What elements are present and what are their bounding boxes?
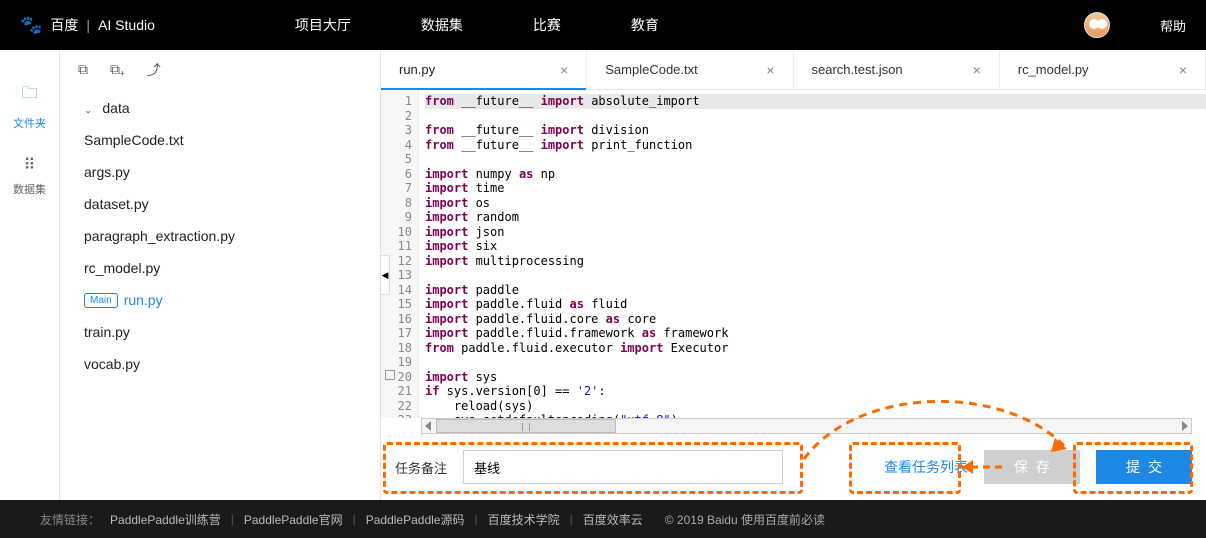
file-rc-model[interactable]: rc_model.py [76, 252, 380, 284]
task-note-label: 任务备注 [395, 458, 447, 477]
main-badge: Main [84, 293, 118, 308]
folder-data[interactable]: data [76, 92, 380, 124]
footer-link-4[interactable]: 百度效率云 [583, 511, 643, 528]
baidu-paw-icon: 🐾 [20, 15, 42, 36]
editor-column: ◀ run.py × SampleCode.txt × search.test.… [380, 50, 1206, 500]
logo: 🐾 百度 | AI Studio [20, 15, 155, 36]
help-link[interactable]: 帮助 [1160, 16, 1186, 35]
code-editor[interactable]: 123456789101112131415161718192021222324 … [381, 90, 1206, 418]
tab-samplecode[interactable]: SampleCode.txt × [587, 50, 793, 89]
nav-datasets[interactable]: 数据集 [421, 15, 463, 35]
logo-brand: 百度 [50, 15, 78, 35]
code-body[interactable]: from __future__ import absolute_import f… [419, 90, 1206, 418]
close-icon[interactable]: × [766, 62, 774, 78]
upload-icon[interactable]: ⤴ [147, 60, 161, 80]
footer-link-1[interactable]: PaddlePaddle官网 [244, 511, 343, 528]
file-list: data SampleCode.txt args.py dataset.py p… [60, 90, 380, 380]
file-explorer: ⧉ ⧉₊ ⤴ data SampleCode.txt args.py datas… [60, 50, 380, 500]
tab-run-label: run.py [399, 62, 435, 77]
file-run-label: run.py [124, 292, 163, 308]
view-task-list-link[interactable]: 查看任务列表 [884, 457, 968, 477]
tab-rc-model-label: rc_model.py [1018, 62, 1089, 77]
dataset-icon: ⠿ [24, 155, 36, 175]
top-header: 🐾 百度 | AI Studio 项目大厅 数据集 比赛 教育 帮助 [0, 0, 1206, 50]
file-args[interactable]: args.py [76, 156, 380, 188]
new-file-icon[interactable]: ⧉ [78, 61, 88, 78]
footer: 友情链接： PaddlePaddle训练营| PaddlePaddle官网| P… [0, 500, 1206, 538]
footer-label: 友情链接： [40, 511, 100, 528]
file-run[interactable]: Main run.py [76, 284, 380, 316]
footer-link-2[interactable]: PaddlePaddle源码 [366, 511, 465, 528]
footer-link-3[interactable]: 百度技术学院 [488, 511, 560, 528]
collapse-handle[interactable]: ◀ [380, 255, 390, 295]
task-note-input[interactable] [463, 450, 783, 484]
logo-divider: | [86, 17, 90, 33]
file-vocab[interactable]: vocab.py [76, 348, 380, 380]
close-icon[interactable]: × [973, 62, 981, 78]
save-button[interactable]: 保存 [984, 450, 1080, 484]
nav-competition[interactable]: 比赛 [533, 15, 561, 35]
avatar[interactable] [1084, 12, 1110, 38]
file-samplecode[interactable]: SampleCode.txt [76, 124, 380, 156]
left-tab-datasets[interactable]: ⠿ 数据集 [0, 143, 59, 209]
left-tab-files[interactable]: 🗀 文件夹 [0, 70, 59, 143]
tab-search-test[interactable]: search.test.json × [794, 50, 1000, 89]
task-bar: 任务备注 查看任务列表 保存 提交 [381, 434, 1206, 500]
left-tab-datasets-label: 数据集 [13, 181, 46, 197]
nav-projects[interactable]: 项目大厅 [295, 15, 351, 35]
tab-rc-model[interactable]: rc_model.py × [1000, 50, 1206, 89]
footer-link-0[interactable]: PaddlePaddle训练营 [110, 511, 221, 528]
file-train[interactable]: train.py [76, 316, 380, 348]
tab-search-test-label: search.test.json [812, 62, 903, 77]
tab-run[interactable]: run.py × [381, 50, 587, 89]
folder-icon: 🗀 [21, 82, 37, 109]
nav-education[interactable]: 教育 [631, 15, 659, 35]
line-gutter: 123456789101112131415161718192021222324 [381, 90, 419, 418]
left-rail: 🗀 文件夹 ⠿ 数据集 [0, 50, 60, 500]
close-icon[interactable]: × [560, 62, 568, 78]
top-nav: 项目大厅 数据集 比赛 教育 [295, 15, 659, 35]
submit-button[interactable]: 提交 [1096, 450, 1192, 484]
close-icon[interactable]: × [1179, 62, 1187, 78]
file-toolbar: ⧉ ⧉₊ ⤴ [60, 50, 380, 90]
footer-copyright: © 2019 Baidu 使用百度前必读 [665, 511, 825, 528]
editor-tabs: run.py × SampleCode.txt × search.test.js… [381, 50, 1206, 90]
left-tab-files-label: 文件夹 [13, 115, 46, 131]
file-dataset[interactable]: dataset.py [76, 188, 380, 220]
tab-samplecode-label: SampleCode.txt [605, 62, 698, 77]
scrollbar-thumb[interactable] [436, 419, 616, 433]
main-area: 🗀 文件夹 ⠿ 数据集 ⧉ ⧉₊ ⤴ data SampleCode.txt a… [0, 50, 1206, 500]
logo-product: AI Studio [98, 17, 155, 33]
file-paragraph-extraction[interactable]: paragraph_extraction.py [76, 220, 380, 252]
new-folder-icon[interactable]: ⧉₊ [110, 61, 125, 78]
horizontal-scrollbar[interactable] [421, 418, 1192, 434]
